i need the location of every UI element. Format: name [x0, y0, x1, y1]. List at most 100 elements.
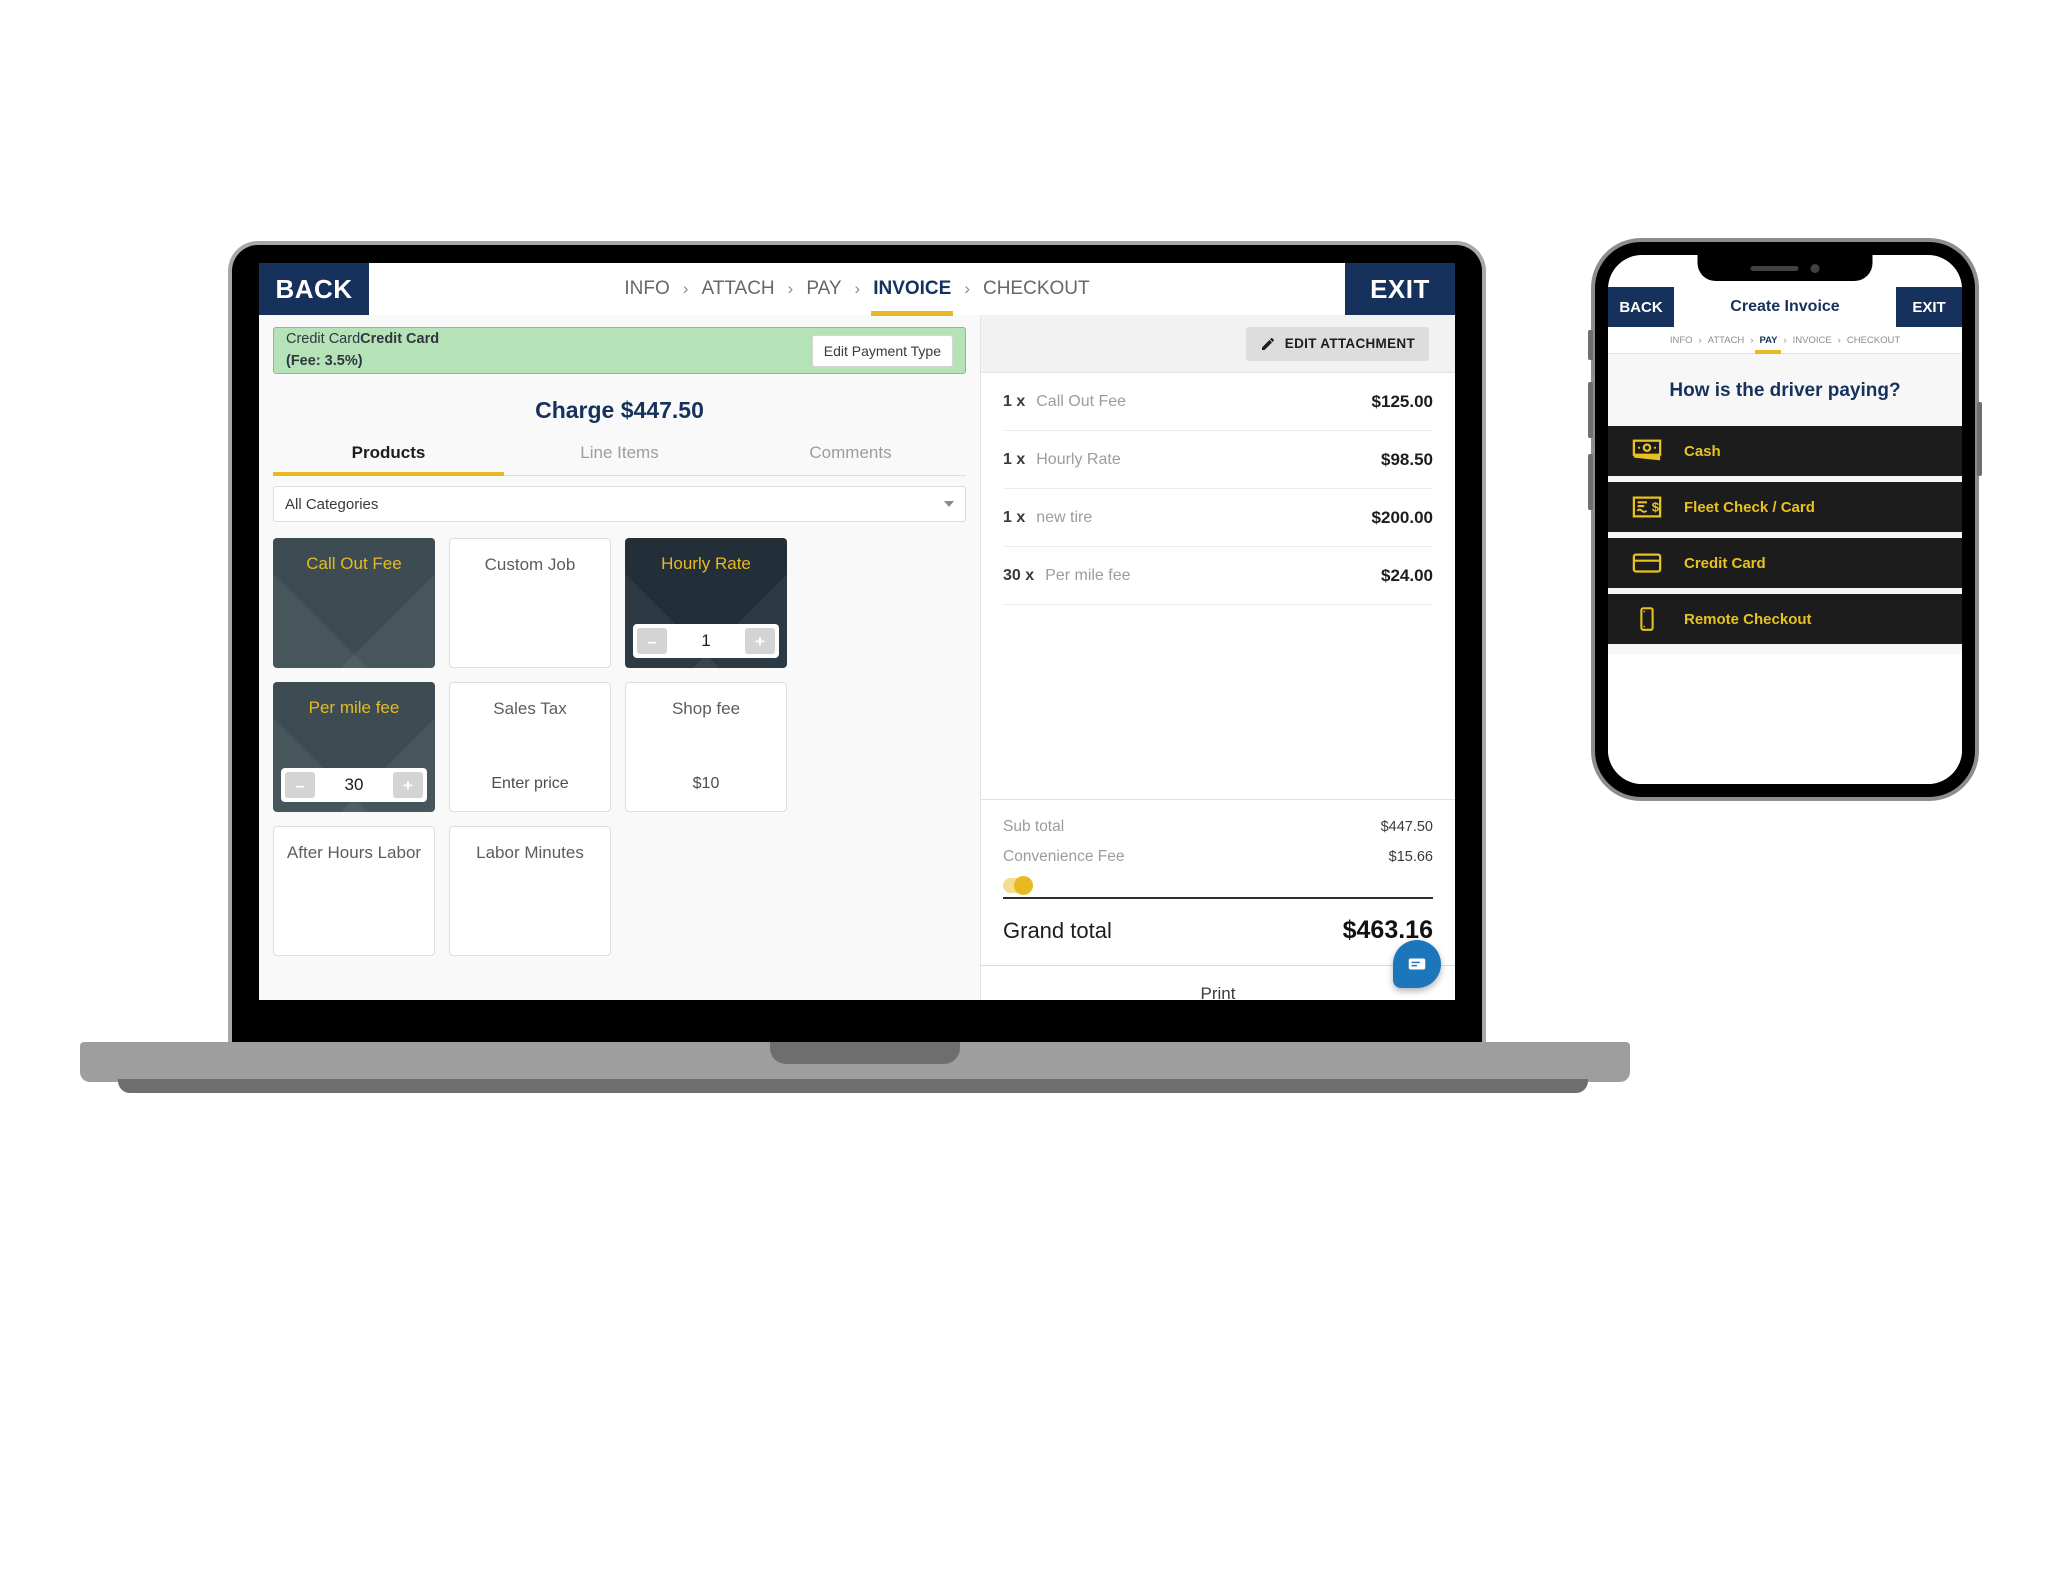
- breadcrumb: INFO › ATTACH › PAY › INVOICE › CHECKOUT: [624, 278, 1090, 316]
- payment-option-fleet-check-card[interactable]: $ Fleet Check / Card: [1608, 482, 1962, 532]
- edit-attachment-label: EDIT ATTACHMENT: [1284, 336, 1415, 351]
- breadcrumb-step-checkout[interactable]: CHECKOUT: [983, 278, 1090, 300]
- line-item-price: $125.00: [1371, 391, 1433, 411]
- product-tile-call-out-fee[interactable]: Call Out Fee: [273, 538, 435, 668]
- payment-option-label: Cash: [1684, 442, 1721, 460]
- front-camera-icon: [1810, 263, 1820, 273]
- stepper-value[interactable]: 30: [315, 775, 393, 795]
- payment-option-label: Credit Card: [1684, 554, 1766, 572]
- tab-products[interactable]: Products: [273, 443, 504, 476]
- phone-breadcrumb-step-info[interactable]: INFO: [1670, 335, 1693, 346]
- payment-option-label: Fleet Check / Card: [1684, 498, 1815, 516]
- tab-comments[interactable]: Comments: [735, 443, 966, 475]
- stepper-decrement-button[interactable]: –: [637, 628, 667, 654]
- line-item-qty: 1 x: [1003, 392, 1026, 410]
- laptop-base-notch: [770, 1042, 960, 1064]
- product-tabs: Products Line Items Comments: [273, 443, 966, 476]
- product-tile-label: Labor Minutes: [476, 843, 584, 862]
- product-tile-label: Call Out Fee: [306, 554, 402, 573]
- chat-support-button[interactable]: [1393, 940, 1441, 988]
- product-tile-label: After Hours Labor: [286, 843, 422, 862]
- table-row[interactable]: 1 x Hourly Rate $98.50: [1003, 431, 1433, 489]
- phone-exit-button[interactable]: EXIT: [1896, 287, 1962, 327]
- category-select-value: All Categories: [285, 495, 379, 513]
- chevron-right-icon: ›: [1783, 335, 1787, 346]
- back-button[interactable]: BACK: [259, 263, 369, 315]
- phone-back-button[interactable]: BACK: [1608, 287, 1674, 327]
- stepper-increment-button[interactable]: +: [745, 628, 775, 654]
- product-tile-shop-fee[interactable]: Shop fee $10: [625, 682, 787, 812]
- charge-heading: Charge $447.50: [535, 397, 704, 423]
- payment-option-label: Remote Checkout: [1684, 610, 1812, 628]
- phone-breadcrumb-step-invoice[interactable]: INVOICE: [1793, 335, 1832, 346]
- payment-option-remote-checkout[interactable]: Remote Checkout: [1608, 594, 1962, 644]
- phone-breadcrumb-step-attach[interactable]: ATTACH: [1708, 335, 1745, 346]
- attachment-bar: EDIT ATTACHMENT: [981, 315, 1455, 373]
- breadcrumb-step-attach[interactable]: ATTACH: [701, 278, 774, 300]
- chevron-right-icon: ›: [1698, 335, 1702, 346]
- payment-option-cash[interactable]: Cash: [1608, 426, 1962, 476]
- breadcrumb-container: INFO › ATTACH › PAY › INVOICE › CHECKOUT: [369, 263, 1345, 316]
- category-select[interactable]: All Categories: [273, 486, 966, 522]
- product-tile-after-hours-labor[interactable]: After Hours Labor: [273, 826, 435, 956]
- phone-volume-down-button[interactable]: [1588, 454, 1593, 510]
- stepper-decrement-button[interactable]: –: [285, 772, 315, 798]
- product-tile-hourly-rate[interactable]: Hourly Rate – 1 +: [625, 538, 787, 668]
- edit-attachment-button[interactable]: EDIT ATTACHMENT: [1245, 326, 1429, 361]
- chevron-watermark-icon: [273, 574, 435, 668]
- breadcrumb-step-invoice[interactable]: INVOICE: [871, 278, 954, 316]
- credit-card-icon: [1632, 553, 1662, 573]
- table-row[interactable]: 1 x new tire $200.00: [1003, 489, 1433, 547]
- payment-option-credit-card[interactable]: Credit Card: [1608, 538, 1962, 588]
- payment-type-prefix: Credit Card: [286, 331, 361, 348]
- table-row[interactable]: 1 x Call Out Fee $125.00: [1003, 373, 1433, 431]
- line-item-left: 1 x Call Out Fee: [1003, 393, 1126, 411]
- payment-type-name: Credit Card: [360, 331, 440, 348]
- product-tile-custom-job[interactable]: Custom Job: [449, 538, 611, 668]
- tab-line-items[interactable]: Line Items: [504, 443, 735, 475]
- phone-breadcrumb-step-checkout[interactable]: CHECKOUT: [1847, 335, 1900, 346]
- table-row[interactable]: 30 x Per mile fee $24.00: [1003, 547, 1433, 605]
- app-top-bar: BACK INFO › ATTACH › PAY › INVOICE › CHE…: [259, 263, 1455, 316]
- product-tile-label: Custom Job: [484, 555, 576, 574]
- products-pane: Credit CardCredit Card (Fee: 3.5%) Edit …: [259, 315, 981, 1021]
- convenience-fee-value: $15.66: [1388, 849, 1433, 865]
- phone-breadcrumb-step-pay[interactable]: PAY: [1755, 335, 1782, 354]
- stepper-value[interactable]: 1: [667, 631, 745, 651]
- chevron-right-icon: ›: [854, 279, 861, 298]
- breadcrumb-step-pay[interactable]: PAY: [806, 278, 841, 300]
- quantity-stepper[interactable]: – 30 +: [281, 768, 427, 802]
- phone-power-button[interactable]: [1977, 402, 1982, 476]
- stepper-increment-button[interactable]: +: [393, 772, 423, 798]
- app-body: Credit CardCredit Card (Fee: 3.5%) Edit …: [259, 315, 1455, 1021]
- line-item-name: Hourly Rate: [1036, 450, 1121, 468]
- chevron-right-icon: ›: [1750, 335, 1754, 346]
- cash-bill-icon: [1632, 439, 1662, 461]
- invoice-line-items: 1 x Call Out Fee $125.00 1 x Hourly Rate: [981, 373, 1455, 799]
- screenshot-stage: BACK INFO › ATTACH › PAY › INVOICE › CHE…: [0, 0, 2063, 1592]
- product-tile-per-mile-fee[interactable]: Per mile fee – 30 +: [273, 682, 435, 812]
- phone-content-empty-area: [1608, 654, 1962, 784]
- exit-button[interactable]: EXIT: [1345, 263, 1455, 315]
- quantity-stepper[interactable]: – 1 +: [633, 624, 779, 658]
- grand-total-label: Grand total: [1003, 917, 1112, 943]
- phone-device: BACK Create Invoice EXIT INFO › ATTACH ›…: [1588, 242, 1982, 802]
- chevron-right-icon: ›: [787, 279, 794, 298]
- line-item-left: 1 x Hourly Rate: [1003, 451, 1121, 469]
- phone-volume-up-button[interactable]: [1588, 382, 1593, 438]
- svg-text:$: $: [1652, 500, 1660, 515]
- line-item-qty: 30 x: [1003, 566, 1035, 584]
- convenience-fee-toggle[interactable]: [1003, 876, 1033, 895]
- product-tile-grid: Call Out Fee Custom Job Hourly Rate – 1 …: [273, 538, 966, 956]
- product-tile-labor-minutes[interactable]: Labor Minutes: [449, 826, 611, 956]
- line-item-price: $24.00: [1381, 565, 1433, 585]
- product-tile-label: Per mile fee: [308, 698, 400, 717]
- product-tile-sales-tax[interactable]: Sales Tax Enter price: [449, 682, 611, 812]
- phone-mute-switch[interactable]: [1588, 330, 1593, 360]
- phone-breadcrumb: INFO › ATTACH › PAY › INVOICE › CHECKOUT: [1608, 327, 1962, 354]
- laptop-base-lip: [118, 1079, 1588, 1093]
- pencil-icon: [1261, 337, 1274, 350]
- edit-payment-type-button[interactable]: Edit Payment Type: [811, 334, 953, 367]
- breadcrumb-step-info[interactable]: INFO: [624, 278, 669, 300]
- invoice-pane: EDIT ATTACHMENT 1 x Call Out Fee $125.00: [981, 315, 1455, 1021]
